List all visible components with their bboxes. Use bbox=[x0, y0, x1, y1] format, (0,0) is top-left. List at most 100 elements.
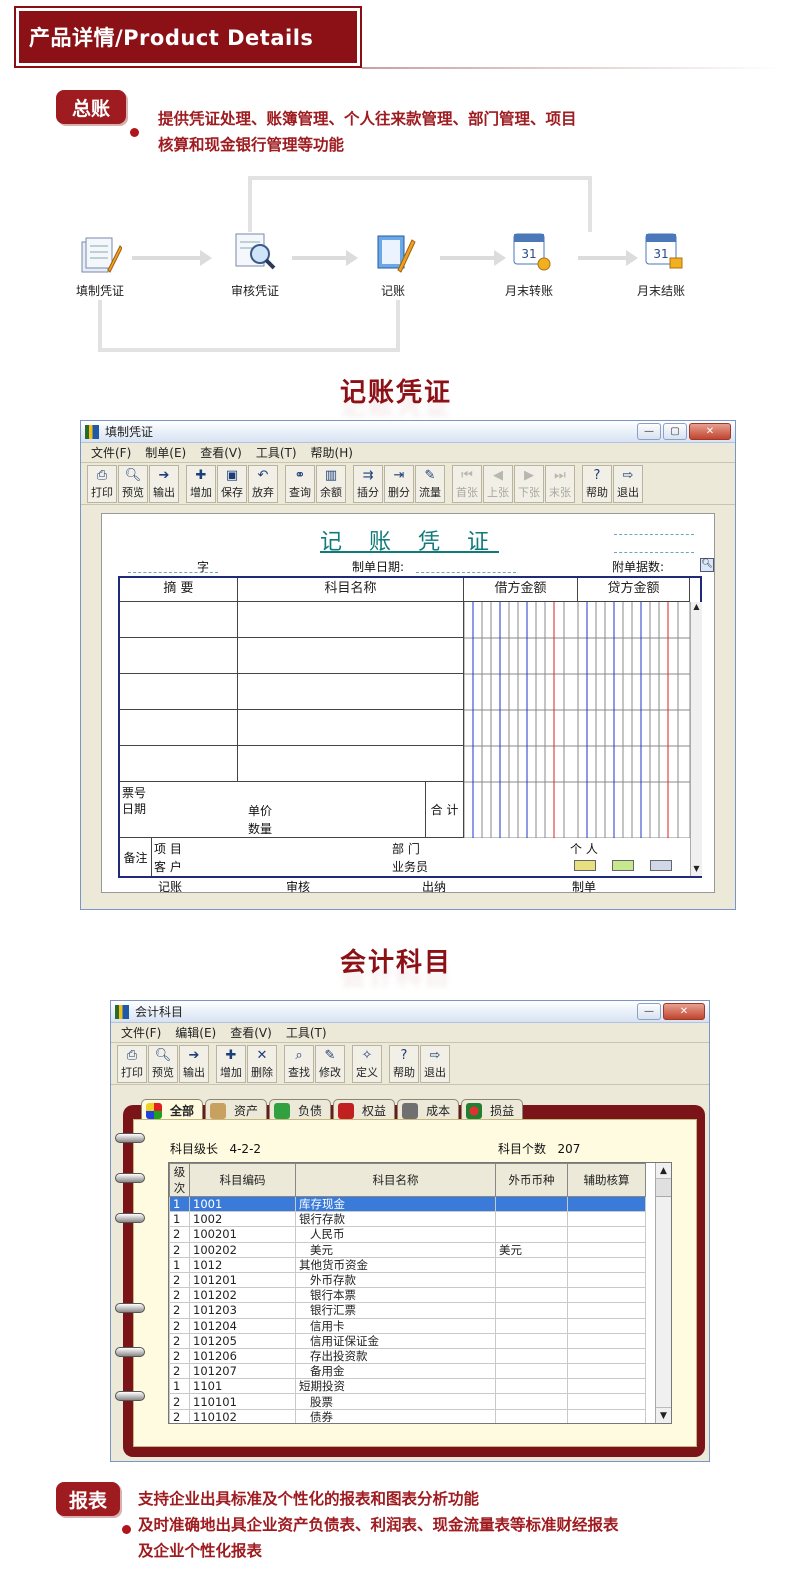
table-row[interactable]: 2 110102 债券 bbox=[169, 1408, 646, 1423]
name-cell[interactable]: 美元 bbox=[295, 1241, 496, 1258]
level-cell[interactable]: 1 bbox=[169, 1211, 190, 1228]
aux-cell[interactable] bbox=[567, 1241, 646, 1258]
name-cell[interactable]: 库存现金 bbox=[295, 1195, 496, 1213]
aux-cell[interactable] bbox=[567, 1378, 646, 1395]
entry-summary-cell[interactable] bbox=[120, 746, 238, 782]
balance-button[interactable]: ▥ 余额 bbox=[316, 464, 346, 503]
level-cell[interactable]: 1 bbox=[169, 1195, 190, 1213]
table-row[interactable]: 2 101204 信用卡 bbox=[169, 1317, 646, 1334]
code-cell[interactable]: 1101 bbox=[189, 1378, 296, 1395]
close-button[interactable]: ✕ bbox=[689, 423, 731, 440]
card-icon[interactable] bbox=[574, 860, 596, 871]
name-cell[interactable]: 银行本票 bbox=[295, 1287, 496, 1304]
entry-summary-cell[interactable] bbox=[120, 710, 238, 746]
discard-button[interactable]: ↶ 放弃 bbox=[248, 464, 278, 503]
currency-cell[interactable] bbox=[495, 1195, 568, 1213]
aux-cell[interactable] bbox=[567, 1211, 646, 1228]
code-cell[interactable]: 101203 bbox=[189, 1302, 296, 1319]
entry-account-cell[interactable] bbox=[238, 602, 464, 638]
table-row[interactable]: 2 101202 银行本票 bbox=[169, 1287, 646, 1304]
table-row[interactable]: 1 1101 短期投资 bbox=[169, 1378, 646, 1395]
code-cell[interactable]: 101205 bbox=[189, 1332, 296, 1349]
name-cell[interactable]: 短期投资 bbox=[295, 1378, 496, 1395]
query-button[interactable]: ⚭ 查询 bbox=[285, 464, 315, 503]
currency-cell[interactable] bbox=[495, 1408, 568, 1423]
scroll-up-icon[interactable]: ▲ bbox=[691, 602, 702, 614]
preview-button[interactable]: 🔍︎ 预览 bbox=[148, 1044, 178, 1083]
currency-cell[interactable] bbox=[495, 1302, 568, 1319]
find-button[interactable]: ⌕ 查找 bbox=[284, 1044, 314, 1083]
entry-account-cell[interactable] bbox=[238, 638, 464, 674]
aux-cell[interactable] bbox=[567, 1347, 646, 1365]
code-cell[interactable]: 110101 bbox=[189, 1393, 296, 1410]
table-row[interactable]: 2 101206 存出投资款 bbox=[169, 1347, 646, 1365]
entry-summary-cell[interactable] bbox=[120, 602, 238, 638]
level-cell[interactable]: 2 bbox=[169, 1287, 190, 1304]
level-cell[interactable]: 2 bbox=[169, 1226, 190, 1243]
table-row[interactable]: 2 100201 人民币 bbox=[169, 1226, 646, 1243]
name-cell[interactable]: 信用证保证金 bbox=[295, 1332, 496, 1349]
level-cell[interactable]: 2 bbox=[169, 1271, 190, 1289]
date-field[interactable] bbox=[416, 572, 516, 573]
attach-search-icon[interactable]: 🔍︎ bbox=[700, 558, 714, 572]
col-currency-header[interactable]: 外币币种 bbox=[495, 1163, 568, 1197]
cashflow-button[interactable]: ✎ 流量 bbox=[415, 464, 445, 503]
menu-tools[interactable]: 工具(T) bbox=[256, 444, 297, 461]
entry-summary-cell[interactable] bbox=[120, 638, 238, 674]
currency-cell[interactable] bbox=[495, 1347, 568, 1365]
level-cell[interactable]: 1 bbox=[169, 1378, 190, 1395]
menu-voucher[interactable]: 制单(E) bbox=[145, 444, 186, 461]
define-button[interactable]: ✧ 定义 bbox=[352, 1044, 382, 1083]
grid-scrollbar[interactable]: ▲ ▼ bbox=[690, 602, 702, 876]
code-cell[interactable]: 101207 bbox=[189, 1363, 296, 1380]
menu-tools[interactable]: 工具(T) bbox=[286, 1024, 327, 1041]
code-cell[interactable]: 1002 bbox=[189, 1211, 296, 1228]
tab-profit-loss[interactable]: 损益 bbox=[461, 1099, 524, 1121]
entry-account-cell[interactable] bbox=[238, 746, 464, 782]
aux-cell[interactable] bbox=[567, 1256, 646, 1273]
menu-view[interactable]: 查看(V) bbox=[200, 444, 242, 461]
name-cell[interactable]: 存出投资款 bbox=[295, 1347, 496, 1365]
tab-all[interactable]: 全部 bbox=[141, 1099, 204, 1121]
aux-cell[interactable] bbox=[567, 1317, 646, 1334]
name-cell[interactable]: 其他货币资金 bbox=[295, 1256, 496, 1273]
name-cell[interactable]: 备用金 bbox=[295, 1363, 496, 1380]
name-cell[interactable]: 银行汇票 bbox=[295, 1302, 496, 1319]
code-cell[interactable]: 101204 bbox=[189, 1317, 296, 1334]
aux-cell[interactable] bbox=[567, 1302, 646, 1319]
entry-account-cell[interactable] bbox=[238, 710, 464, 746]
name-cell[interactable]: 外币存款 bbox=[295, 1271, 496, 1289]
help-button[interactable]: ? 帮助 bbox=[389, 1044, 419, 1083]
name-cell[interactable]: 股票 bbox=[295, 1393, 496, 1410]
table-row[interactable]: 1 1002 银行存款 bbox=[169, 1211, 646, 1228]
aux-cell[interactable] bbox=[567, 1363, 646, 1380]
aux-cell[interactable] bbox=[567, 1332, 646, 1349]
tab-liabilities[interactable]: 负债 bbox=[269, 1099, 332, 1121]
table-row[interactable]: 1 1001 库存现金 bbox=[169, 1195, 646, 1213]
table-row[interactable]: 2 110101 股票 bbox=[169, 1393, 646, 1410]
aux-cell[interactable] bbox=[567, 1408, 646, 1423]
table-row[interactable]: 2 100202 美元 美元 bbox=[169, 1241, 646, 1258]
aux-cell[interactable] bbox=[567, 1195, 646, 1213]
maximize-button[interactable]: ▢ bbox=[663, 423, 687, 440]
entry-account-cell[interactable] bbox=[238, 674, 464, 710]
modify-button[interactable]: ✎ 修改 bbox=[315, 1044, 345, 1083]
menu-view[interactable]: 查看(V) bbox=[230, 1024, 272, 1041]
aux-cell[interactable] bbox=[567, 1226, 646, 1243]
minimize-button[interactable]: — bbox=[637, 1003, 661, 1020]
currency-cell[interactable] bbox=[495, 1226, 568, 1243]
first-button[interactable]: ⏮ 首张 bbox=[452, 464, 482, 503]
currency-cell[interactable] bbox=[495, 1378, 568, 1395]
col-aux-header[interactable]: 辅助核算 bbox=[567, 1163, 646, 1197]
aux-cell[interactable] bbox=[567, 1287, 646, 1304]
name-cell[interactable]: 人民币 bbox=[295, 1226, 496, 1243]
last-button[interactable]: ⏭ 末张 bbox=[545, 464, 575, 503]
tab-equity[interactable]: 权益 bbox=[333, 1099, 396, 1121]
level-cell[interactable]: 2 bbox=[169, 1393, 190, 1410]
scroll-thumb[interactable] bbox=[656, 1179, 671, 1197]
level-cell[interactable]: 2 bbox=[169, 1363, 190, 1380]
col-level-header[interactable]: 级次 bbox=[169, 1163, 190, 1197]
aux-cell[interactable] bbox=[567, 1393, 646, 1410]
scroll-up-icon[interactable]: ▲ bbox=[656, 1163, 671, 1179]
code-cell[interactable]: 101202 bbox=[189, 1287, 296, 1304]
